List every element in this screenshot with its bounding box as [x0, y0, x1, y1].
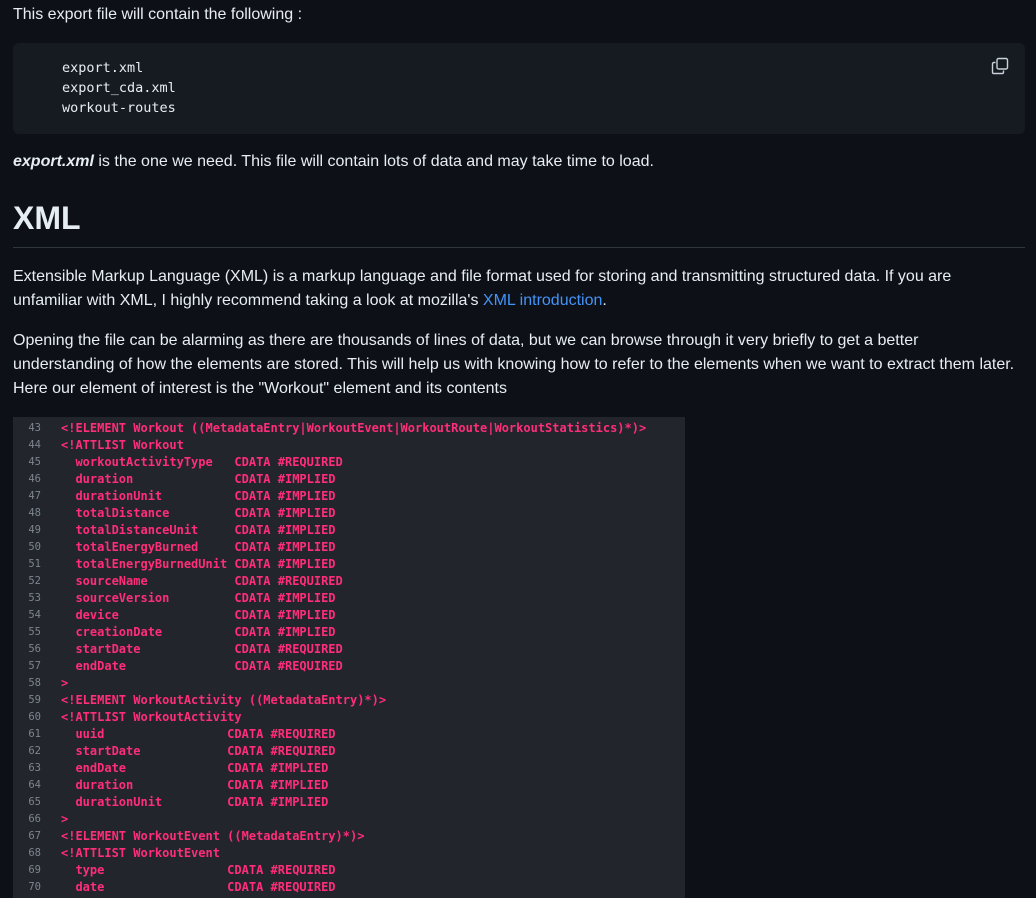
line-number: 62 — [28, 745, 41, 757]
file-list-item: workout-routes — [62, 100, 176, 116]
file-list: export.xml export_cda.xml workout-routes — [62, 58, 176, 118]
copy-button[interactable] — [991, 57, 1009, 75]
code-text: sourceName CDATA #REQUIRED — [61, 574, 343, 588]
line-number: 55 — [28, 626, 41, 638]
para1-text-end: . — [602, 292, 607, 309]
code-text: device CDATA #IMPLIED — [61, 608, 336, 622]
code-text: uuid CDATA #REQUIRED — [61, 727, 336, 741]
line-number: 49 — [28, 524, 41, 536]
line-number: 56 — [28, 643, 41, 655]
line-number: 43 — [28, 422, 41, 434]
copy-icon — [991, 57, 1009, 75]
file-list-item: export.xml — [62, 60, 144, 76]
xml-introduction-link[interactable]: XML introduction — [483, 292, 602, 309]
note-paragraph: export.xml is the one we need. This file… — [13, 150, 1023, 174]
code-text: startDate CDATA #REQUIRED — [61, 744, 336, 758]
code-text: <!ELEMENT WorkoutActivity ((MetadataEntr… — [61, 693, 387, 707]
code-text: > — [61, 812, 69, 826]
line-number: 61 — [28, 728, 41, 740]
code-text: durationUnit CDATA #IMPLIED — [61, 489, 336, 503]
line-number: 45 — [28, 456, 41, 468]
opening-file-paragraph: Opening the file can be alarming as ther… — [13, 332, 1015, 397]
code-text: creationDate CDATA #IMPLIED — [61, 625, 336, 639]
intro-text: This export file will contain the follow… — [13, 6, 303, 23]
line-number: 66 — [28, 813, 41, 825]
line-number: 44 — [28, 439, 41, 451]
line-number: 51 — [28, 558, 41, 570]
line-number: 53 — [28, 592, 41, 604]
line-number: 48 — [28, 507, 41, 519]
code-text: <!ATTLIST WorkoutEvent — [61, 846, 220, 860]
code-text: type CDATA #REQUIRED — [61, 863, 336, 877]
line-number: 60 — [28, 711, 41, 723]
code-text: sourceVersion CDATA #IMPLIED — [61, 591, 336, 605]
line-number: 68 — [28, 847, 41, 859]
code-text: date CDATA #REQUIRED — [61, 880, 336, 894]
code-text: duration CDATA #IMPLIED — [61, 778, 329, 792]
code-text: totalEnergyBurned CDATA #IMPLIED — [61, 540, 336, 554]
code-text: > — [61, 676, 69, 690]
code-text: duration CDATA #IMPLIED — [61, 472, 336, 486]
code-text: workoutActivityType CDATA #REQUIRED — [61, 455, 343, 469]
line-number: 54 — [28, 609, 41, 621]
code-text: <!ATTLIST Workout — [61, 438, 184, 452]
line-number: 57 — [28, 660, 41, 672]
line-number: 64 — [28, 779, 41, 791]
file-list-item: export_cda.xml — [62, 80, 176, 96]
line-number: 47 — [28, 490, 41, 502]
article-page: This export file will contain the follow… — [0, 0, 1036, 898]
code-text: startDate CDATA #REQUIRED — [61, 642, 343, 656]
code-text: totalDistance CDATA #IMPLIED — [61, 506, 336, 520]
code-text: endDate CDATA #IMPLIED — [61, 761, 329, 775]
line-number: 63 — [28, 762, 41, 774]
code-block-file-list: export.xml export_cda.xml workout-routes — [13, 43, 1025, 134]
code-text: <!ATTLIST WorkoutActivity — [61, 710, 242, 724]
code-text: endDate CDATA #REQUIRED — [61, 659, 343, 673]
note-text: is the one we need. This file will conta… — [93, 153, 654, 170]
xml-description-paragraph: Extensible Markup Language (XML) is a ma… — [13, 265, 1023, 313]
line-number: 69 — [28, 864, 41, 876]
code-text: totalEnergyBurnedUnit CDATA #IMPLIED — [61, 557, 336, 571]
heading-divider — [13, 247, 1025, 248]
section-heading: XML — [13, 200, 81, 236]
line-number: 65 — [28, 796, 41, 808]
line-number: 58 — [28, 677, 41, 689]
line-number: 46 — [28, 473, 41, 485]
code-text: totalDistanceUnit CDATA #IMPLIED — [61, 523, 336, 537]
code-text: durationUnit CDATA #IMPLIED — [61, 795, 329, 809]
line-number: 67 — [28, 830, 41, 842]
line-number: 50 — [28, 541, 41, 553]
code-text: <!ELEMENT Workout ((MetadataEntry|Workou… — [61, 421, 647, 435]
xml-dtd-code-screenshot: 43 <!ELEMENT Workout ((MetadataEntry|Work… — [13, 417, 685, 898]
line-number: 59 — [28, 694, 41, 706]
code-text: <!ELEMENT WorkoutEvent ((MetadataEntry)*… — [61, 829, 365, 843]
line-number: 70 — [28, 881, 41, 893]
line-number: 52 — [28, 575, 41, 587]
note-emphasis: export.xml — [13, 153, 94, 170]
